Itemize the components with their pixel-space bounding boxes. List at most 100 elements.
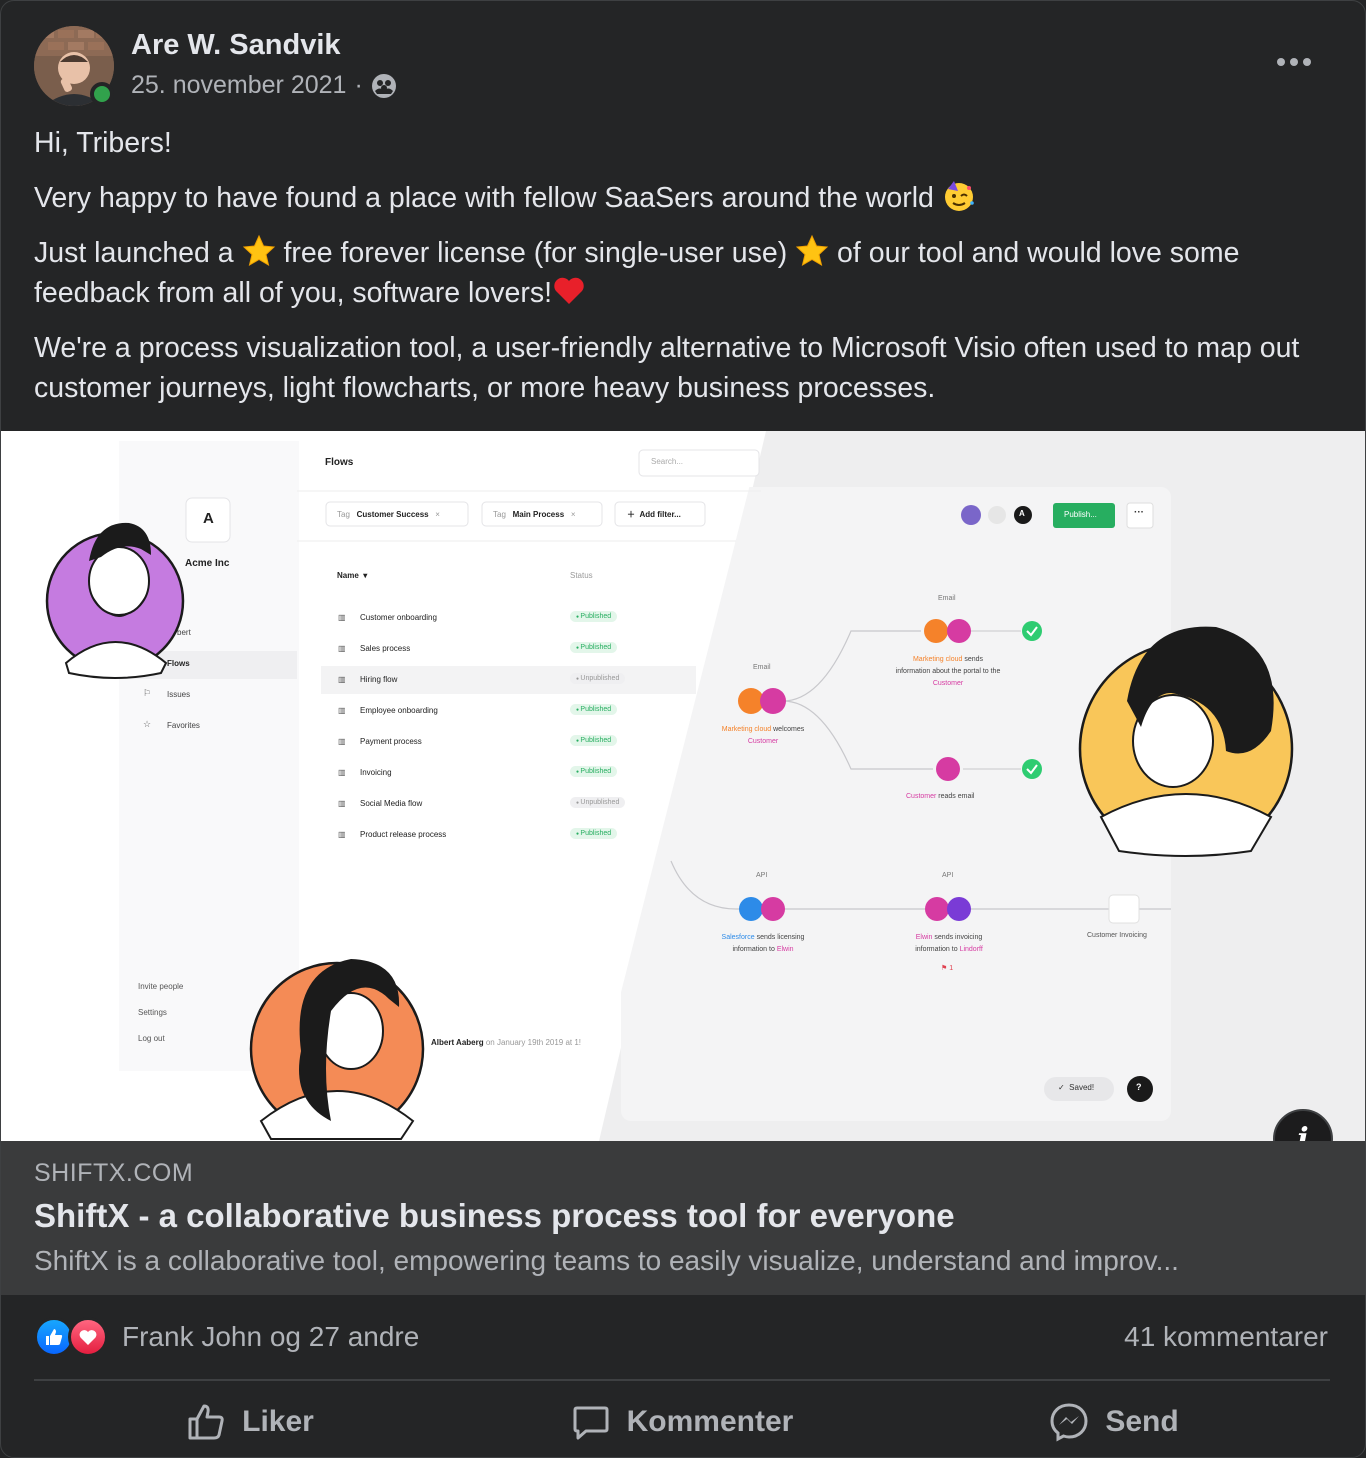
- flow-status-badge: ● Unpublished: [570, 673, 626, 684]
- flag-icon: ⚐: [143, 688, 152, 698]
- flow-icon: ▥: [338, 706, 346, 715]
- flow-icon: ▥: [338, 830, 346, 839]
- sidebar-log-out[interactable]: Log out: [138, 1034, 165, 1043]
- like-label: Liker: [242, 1405, 314, 1438]
- flow-row-name[interactable]: Social Media flow: [360, 799, 422, 808]
- flow-icon: ▥: [338, 613, 346, 622]
- link-card[interactable]: SHIFTX.COM ShiftX - a collaborative busi…: [1, 1141, 1365, 1295]
- action-bar: Liker Kommenter Send: [34, 1387, 1330, 1457]
- issue-flag[interactable]: ⚑ 1: [941, 964, 953, 972]
- flow-row-name[interactable]: Payment process: [360, 737, 422, 746]
- red-heart-emoji-icon: [554, 277, 584, 304]
- star-icon: ☆: [143, 719, 152, 729]
- flow-row-name[interactable]: Invoicing: [360, 768, 392, 777]
- reactions-summary[interactable]: Frank John og 27 andre: [34, 1317, 419, 1357]
- node-label: Email: [938, 595, 956, 602]
- node-caption[interactable]: Customer reads email: [906, 793, 974, 800]
- post-text: Hi, Tribers! Very happy to have found a …: [34, 123, 1334, 423]
- node-label: Email: [753, 664, 771, 671]
- column-header-name[interactable]: Name ▾: [337, 571, 367, 580]
- paragraph-text: Just launched a: [34, 237, 234, 269]
- like-button[interactable]: Liker: [34, 1387, 466, 1457]
- sidebar-settings[interactable]: Settings: [138, 1008, 167, 1017]
- add-filter-button[interactable]: ＋ Add filter...: [627, 509, 681, 520]
- node-label: API: [942, 872, 954, 879]
- divider: [34, 1379, 1330, 1381]
- sidebar-item-issues[interactable]: Issues: [167, 690, 190, 699]
- sidebar-user-fragment: bert: [177, 628, 191, 637]
- canvas-more-icon[interactable]: ···: [1134, 507, 1144, 518]
- comment-icon: [573, 1406, 609, 1440]
- node-caption[interactable]: Marketing cloud sends information about t…: [877, 654, 1019, 690]
- messenger-icon: [1050, 1403, 1088, 1442]
- column-header-status[interactable]: Status: [570, 571, 593, 580]
- flow-row-name[interactable]: Product release process: [360, 830, 446, 839]
- post-paragraph: Very happy to have found a place with fe…: [34, 178, 1334, 218]
- node-caption[interactable]: Customer Invoicing: [1087, 932, 1147, 939]
- more-options-icon[interactable]: [1269, 45, 1319, 79]
- node-label: API: [756, 872, 768, 879]
- filter-chip[interactable]: Tag Main Process ×: [493, 510, 576, 519]
- saved-indicator: ✓ Saved!: [1058, 1083, 1095, 1092]
- node-caption[interactable]: Elwin sends invoicing information to Lind…: [893, 932, 1005, 956]
- paragraph-text: free forever license (for single-user us…: [283, 237, 788, 269]
- group-icon[interactable]: [371, 73, 397, 99]
- post-paragraph: Hi, Tribers!: [34, 123, 1334, 163]
- comment-label: Kommenter: [626, 1405, 794, 1438]
- paragraph-text: Very happy to have found a place with fe…: [34, 182, 934, 214]
- page-title: Flows: [325, 457, 354, 468]
- flow-icon: ▥: [338, 675, 346, 684]
- comments-count[interactable]: 41 kommentarer: [1124, 1321, 1328, 1353]
- party-face-emoji-icon: [944, 181, 974, 211]
- post-meta: 25. november 2021 ·: [131, 71, 397, 100]
- flow-row-name[interactable]: Employee onboarding: [360, 706, 438, 715]
- thumbs-up-icon: [188, 1404, 224, 1440]
- author-name[interactable]: Are W. Sandvik: [131, 29, 341, 62]
- flow-icon: ▥: [338, 768, 346, 777]
- reactors-text[interactable]: Frank John og 27 andre: [122, 1321, 419, 1353]
- search-input[interactable]: Search...: [651, 457, 683, 466]
- comment-button[interactable]: Kommenter: [466, 1387, 898, 1457]
- flow-status-badge: ● Unpublished: [570, 797, 626, 808]
- flow-footer-meta: Albert Aaberg on January 19th 2019 at 1!: [431, 1038, 582, 1047]
- greeting-text: Hi, Tribers!: [34, 127, 172, 159]
- flow-status-badge: ● Published: [570, 766, 618, 777]
- link-description: ShiftX is a collaborative tool, empoweri…: [34, 1245, 1179, 1276]
- post-card: Are W. Sandvik 25. november 2021 · Hi, T…: [0, 0, 1366, 1458]
- star-emoji-icon: [242, 234, 275, 267]
- flow-row-name[interactable]: Sales process: [360, 644, 410, 653]
- love-reaction-icon: [68, 1317, 108, 1357]
- meta-separator: ·: [354, 71, 363, 99]
- flow-icon: ▥: [338, 644, 346, 653]
- post-date[interactable]: 25. november 2021: [131, 71, 346, 100]
- flow-status-badge: ● Published: [570, 704, 618, 715]
- help-button[interactable]: ?: [1136, 1082, 1142, 1092]
- post-paragraph: We're a process visualization tool, a us…: [34, 328, 1334, 408]
- workspace-name: Acme Inc: [185, 558, 230, 569]
- publish-button[interactable]: Publish...: [1064, 510, 1097, 519]
- node-caption[interactable]: Salesforce sends licensing information to…: [707, 932, 819, 956]
- flow-row-name[interactable]: Customer onboarding: [360, 613, 437, 622]
- flow-icon: ▥: [338, 799, 346, 808]
- sidebar-invite-people[interactable]: Invite people: [138, 982, 183, 991]
- node-caption[interactable]: Marketing cloud welcomes Customer: [711, 724, 815, 748]
- paragraph-text: We're a process visualization tool, a us…: [34, 332, 1300, 404]
- filter-chip[interactable]: Tag Customer Success ×: [337, 510, 440, 519]
- link-domain: SHIFTX.COM: [34, 1159, 194, 1187]
- star-emoji-icon: [795, 234, 829, 267]
- collaborator-avatar: A: [1019, 509, 1025, 518]
- flow-row-name[interactable]: Hiring flow: [360, 675, 397, 684]
- post-paragraph: Just launched a free forever license (fo…: [34, 233, 1334, 313]
- send-button[interactable]: Send: [898, 1387, 1330, 1457]
- flow-icon: ▥: [338, 737, 346, 746]
- link-preview-image[interactable]: A Acme Inc bert Flows Issues Favorites ⚐…: [1, 431, 1365, 1141]
- sidebar-item-flows[interactable]: Flows: [167, 659, 190, 668]
- flow-status-badge: ● Published: [570, 611, 618, 622]
- flow-status-badge: ● Published: [570, 828, 618, 839]
- link-title[interactable]: ShiftX - a collaborative business proces…: [34, 1197, 955, 1235]
- flow-status-badge: ● Published: [570, 735, 618, 746]
- send-label: Send: [1105, 1405, 1179, 1438]
- sidebar-item-favorites[interactable]: Favorites: [167, 721, 200, 730]
- online-status-indicator: [90, 82, 114, 106]
- workspace-initial[interactable]: A: [203, 510, 214, 527]
